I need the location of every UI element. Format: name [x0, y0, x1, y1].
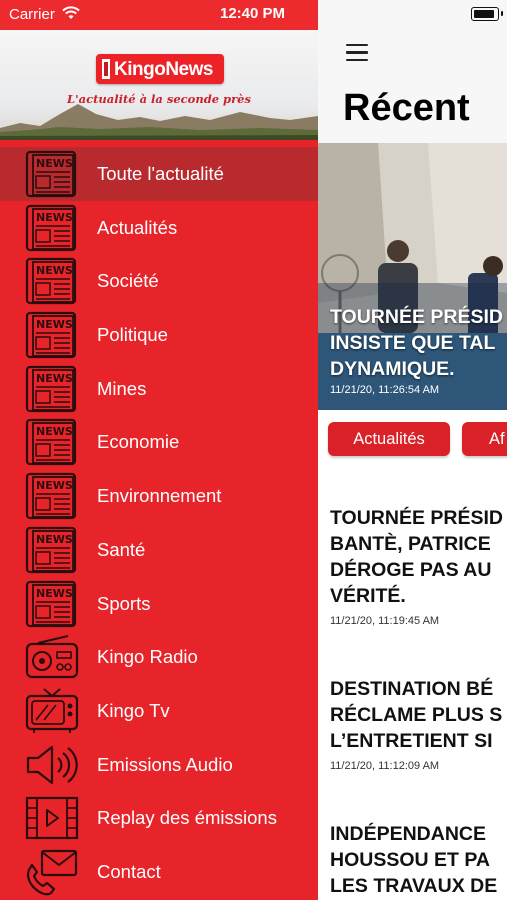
newspaper-icon: NEWS: [24, 150, 80, 198]
video-icon: [24, 794, 80, 842]
chip-actualites[interactable]: Actualités: [328, 422, 450, 456]
side-drawer: Carrier 12:40 PM KingoNews L'actualité à…: [0, 0, 318, 900]
article-title: TOURNÉE PRÉSID BANTÈ, PATRICE DÉROGE PAS…: [330, 507, 504, 607]
drawer-item-politique[interactable]: NEWS Politique: [0, 308, 318, 362]
drawer-item-label: Mines: [97, 377, 147, 399]
carrier-label: Carrier: [9, 6, 55, 23]
brand-banner: KingoNews L'actualité à la seconde près: [0, 30, 318, 140]
kingonews-logo: KingoNews: [96, 54, 224, 84]
drawer-item-label: Economie: [97, 431, 180, 453]
svg-text:NEWS: NEWS: [36, 211, 73, 224]
drawer-item-actualit-s[interactable]: NEWS Actualités: [0, 201, 318, 255]
drawer-item-label: Santé: [97, 538, 146, 560]
content-header: Récent: [318, 0, 507, 143]
page-title: Récent: [343, 87, 470, 129]
drawer-item-sports[interactable]: NEWS Sports: [0, 577, 318, 631]
newspaper-icon: NEWS: [24, 526, 80, 574]
contact-icon: [24, 848, 80, 896]
drawer-menu: NEWS Toute l'actualité NEWS Actualités NEWS S…: [0, 147, 318, 899]
hero-date: 11/21/20, 11:26:54 AM: [330, 384, 440, 396]
newspaper-icon: NEWS: [24, 418, 80, 466]
tv-icon: [24, 687, 80, 735]
article-item[interactable]: DESTINATION BÉ RÉCLAME PLUS S L’ENTRETIE…: [330, 676, 507, 772]
article-item[interactable]: INDÉPENDANCE HOUSSOU ET PA LES TRAVAUX D…: [330, 821, 507, 899]
drawer-item-label: Kingo Radio: [97, 646, 198, 668]
svg-text:NEWS: NEWS: [36, 425, 73, 438]
newspaper-icon: NEWS: [24, 365, 80, 413]
drawer-item-label: Politique: [97, 324, 168, 346]
svg-text:NEWS: NEWS: [36, 533, 73, 546]
svg-text:NEWS: NEWS: [36, 264, 73, 277]
drawer-item-label: Contact: [97, 860, 161, 882]
drawer-item-label: Toute l'actualité: [97, 163, 224, 184]
svg-text:NEWS: NEWS: [36, 318, 73, 331]
drawer-item-sant[interactable]: NEWS Santé: [0, 523, 318, 577]
drawer-item-emissions-audio[interactable]: Emissions Audio: [0, 738, 318, 792]
article-title: INDÉPENDANCE HOUSSOU ET PA LES TRAVAUX D…: [330, 823, 498, 897]
chip-next[interactable]: Af: [462, 422, 507, 456]
drawer-item-mines[interactable]: NEWS Mines: [0, 362, 318, 416]
drawer-item-label: Emissions Audio: [97, 753, 233, 775]
newspaper-icon: NEWS: [24, 257, 80, 305]
article-date: 11/21/20, 11:19:45 AM: [330, 615, 440, 627]
article-title: DESTINATION BÉ RÉCLAME PLUS S L’ENTRETIE…: [330, 678, 503, 752]
menu-toggle-icon[interactable]: [346, 44, 368, 62]
speaker-icon: [24, 741, 80, 789]
hero-title: TOURNÉE PRÉSID INSISTE QUE TAL DYNAMIQUE…: [330, 306, 504, 380]
newspaper-icon: NEWS: [24, 472, 80, 520]
drawer-item-label: Sports: [97, 592, 151, 614]
clock: 12:40 PM: [220, 5, 286, 22]
radio-icon: [24, 633, 80, 681]
battery-icon: [471, 7, 503, 21]
svg-text:NEWS: NEWS: [36, 479, 73, 492]
svg-text:NEWS: NEWS: [36, 587, 73, 600]
tagline: L'actualité à la seconde près: [67, 92, 251, 106]
status-bar: Carrier 12:40 PM: [0, 0, 318, 30]
article-item[interactable]: TOURNÉE PRÉSID BANTÈ, PATRICE DÉROGE PAS…: [330, 505, 507, 627]
svg-text:NEWS: NEWS: [36, 157, 73, 170]
category-chips: Actualités Af: [328, 422, 507, 458]
drawer-item-replay-des-missions[interactable]: Replay des émissions: [0, 791, 318, 845]
drawer-item-toute-l-actualit[interactable]: NEWS Toute l'actualité: [0, 147, 318, 201]
wifi-icon: [62, 6, 80, 25]
drawer-item-label: Actualités: [97, 216, 178, 238]
drawer-item-kingo-radio[interactable]: Kingo Radio: [0, 630, 318, 684]
drawer-item-label: Replay des émissions: [97, 807, 277, 829]
drawer-item-environnement[interactable]: NEWS Environnement: [0, 469, 318, 523]
drawer-item-label: Société: [97, 270, 159, 292]
drawer-item-soci-t[interactable]: NEWS Société: [0, 254, 318, 308]
drawer-item-economie[interactable]: NEWS Economie: [0, 415, 318, 469]
newspaper-icon: NEWS: [24, 204, 80, 252]
drawer-item-contact[interactable]: Contact: [0, 845, 318, 899]
featured-article[interactable]: TOURNÉE PRÉSID INSISTE QUE TAL DYNAMIQUE…: [318, 143, 507, 410]
drawer-item-kingo-tv[interactable]: Kingo Tv: [0, 684, 318, 738]
logo-mark-icon: [102, 59, 110, 79]
main-content: Récent TOURNÉE PRÉSID INSISTE QUE TAL DY…: [318, 0, 507, 900]
newspaper-icon: NEWS: [24, 311, 80, 359]
drawer-item-label: Kingo Tv: [97, 699, 170, 721]
newspaper-icon: NEWS: [24, 580, 80, 628]
svg-text:NEWS: NEWS: [36, 372, 73, 385]
drawer-item-label: Environnement: [97, 485, 222, 507]
article-date: 11/21/20, 11:12:09 AM: [330, 760, 440, 772]
